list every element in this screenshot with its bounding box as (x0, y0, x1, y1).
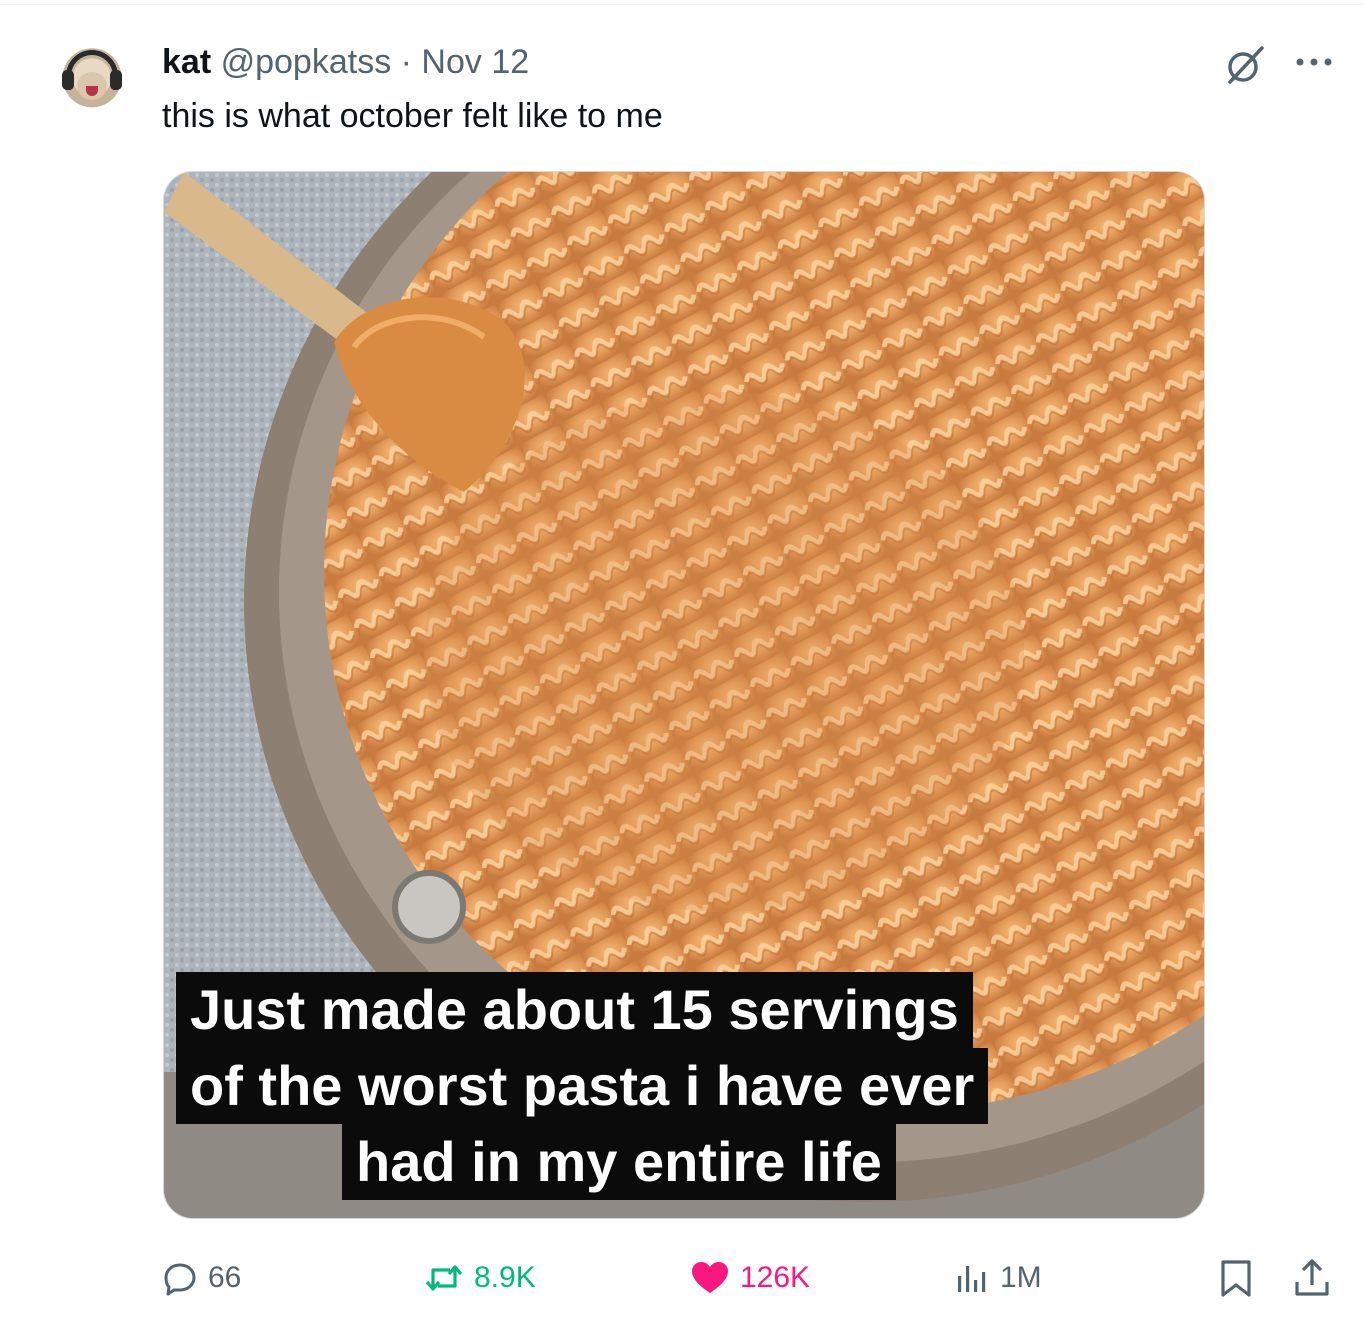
like-count: 126K (740, 1261, 811, 1294)
views-button[interactable]: 1M (954, 1250, 1042, 1306)
tweet-header: kat @popkatss · Nov 12 (162, 40, 529, 84)
reply-count: 66 (208, 1261, 242, 1294)
repost-count: 8.9K (474, 1261, 536, 1294)
top-divider (0, 4, 1364, 5)
views-bar-icon (958, 1266, 986, 1292)
handle[interactable]: @popkatss (221, 43, 392, 81)
avatar[interactable] (60, 40, 124, 124)
media-caption-line-3: had in my entire life (342, 1124, 896, 1200)
heart-icon (692, 1262, 728, 1293)
bookmark-icon (1221, 1260, 1251, 1297)
more-dots-icon[interactable] (1292, 44, 1336, 80)
grok-icon[interactable] (1222, 42, 1268, 88)
tweet-media-image[interactable]: Just made about 15 servings of the worst… (163, 171, 1205, 1219)
display-name[interactable]: kat (162, 43, 211, 81)
tweet-text: this is what october felt like to me (162, 97, 663, 135)
reply-button[interactable]: 66 (162, 1250, 241, 1306)
reply-bubble-icon (164, 1263, 196, 1296)
repost-icon (425, 1265, 463, 1291)
meta-separator: · (391, 43, 422, 81)
bookmark-button[interactable] (1218, 1250, 1264, 1306)
like-button[interactable]: 126K (690, 1250, 810, 1306)
share-icon (1295, 1259, 1329, 1296)
media-caption-line-2: of the worst pasta i have ever (176, 1048, 989, 1124)
share-button[interactable] (1292, 1250, 1342, 1306)
media-caption-line-1: Just made about 15 servings (176, 972, 973, 1048)
post-date[interactable]: Nov 12 (421, 43, 529, 81)
repost-button[interactable]: 8.9K (424, 1250, 536, 1306)
view-count: 1M (1000, 1261, 1042, 1294)
tweet-actions-bar: 66 8.9K 126K 1M (0, 1250, 1364, 1306)
